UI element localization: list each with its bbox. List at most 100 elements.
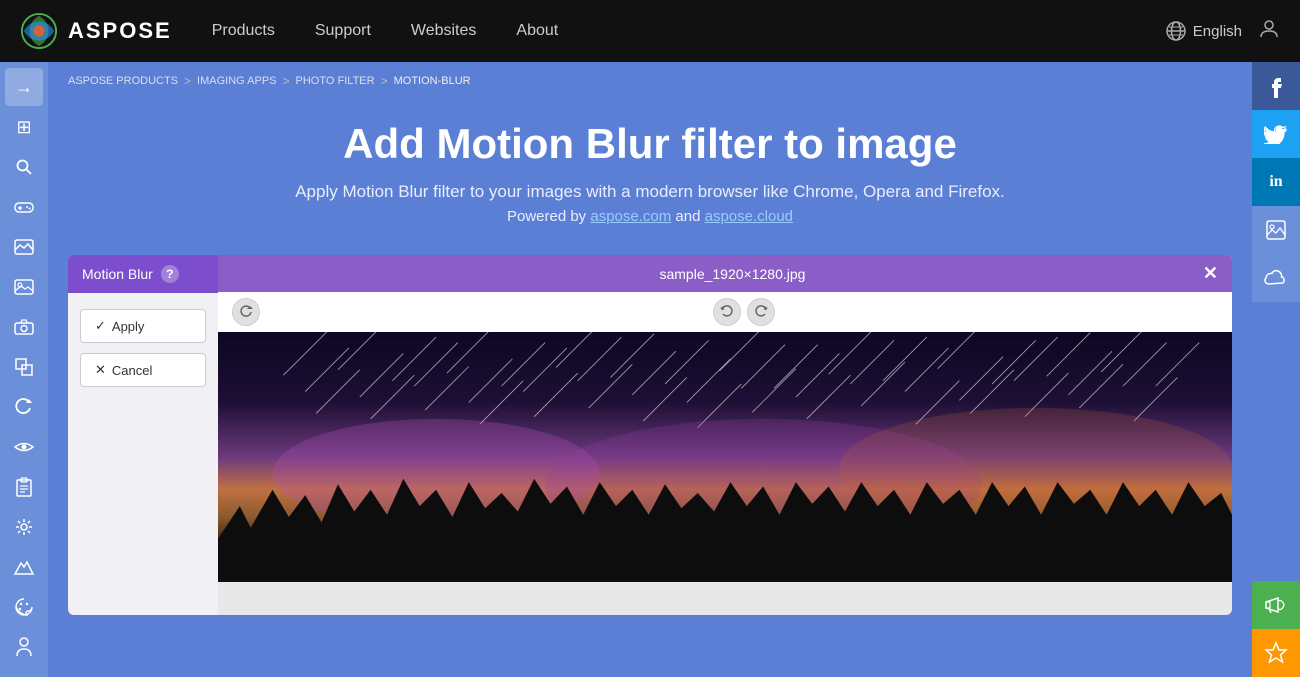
panel-actions: ✓ Apply ✕ Cancel <box>68 293 218 403</box>
sidebar-icon-person[interactable] <box>5 628 43 666</box>
sidebar-icon-settings[interactable] <box>5 508 43 546</box>
gamepad-icon <box>14 200 34 214</box>
linkedin-share-button[interactable]: in <box>1252 158 1300 206</box>
camera-icon <box>14 319 34 335</box>
tool-area: Motion Blur ? ✓ Apply ✕ Cancel samp <box>68 255 1232 615</box>
redo-button[interactable] <box>747 298 775 326</box>
filter-label: Motion Blur <box>82 266 153 282</box>
sidebar-icon-arrow[interactable]: → <box>5 68 43 106</box>
undo-button[interactable] <box>713 298 741 326</box>
person-icon <box>16 637 32 657</box>
megaphone-icon <box>1264 594 1288 616</box>
settings-icon <box>15 518 33 536</box>
top-navigation: ASPOSE Products Support Websites About E… <box>0 0 1300 62</box>
filter-help-icon[interactable]: ? <box>161 265 179 283</box>
aspose-com-link[interactable]: aspose.com <box>590 208 671 225</box>
breadcrumb-sep-3: > <box>381 74 388 88</box>
apply-checkmark: ✓ <box>95 318 106 334</box>
hero-subtitle: Apply Motion Blur filter to your images … <box>88 182 1212 202</box>
nav-links: Products Support Websites About <box>212 22 1165 40</box>
sidebar-icon-mountain[interactable] <box>5 548 43 586</box>
cancel-button[interactable]: ✕ Cancel <box>80 353 206 387</box>
share-image-icon <box>1264 218 1288 242</box>
sidebar-icon-clipboard[interactable] <box>5 468 43 506</box>
image-share-button[interactable] <box>1252 206 1300 254</box>
rotate-icon <box>15 398 33 416</box>
main-content: ASPOSE PRODUCTS > IMAGING APPS > PHOTO F… <box>48 62 1252 677</box>
language-label: English <box>1193 23 1242 40</box>
hero-powered: Powered by aspose.com and aspose.cloud <box>88 208 1212 225</box>
sidebar-icon-resize[interactable] <box>5 348 43 386</box>
image-viewer: sample_1920×1280.jpg ✕ <box>218 255 1232 615</box>
viewer-toolbar: sample_1920×1280.jpg ✕ <box>218 255 1232 292</box>
breadcrumb-imaging-apps[interactable]: IMAGING APPS <box>197 75 276 87</box>
breadcrumb-sep-1: > <box>184 74 191 88</box>
image-icon <box>14 279 34 295</box>
apply-button[interactable]: ✓ Apply <box>80 309 206 343</box>
user-account-icon[interactable] <box>1258 17 1280 45</box>
breadcrumb-photo-filter[interactable]: PHOTO FILTER <box>296 75 375 87</box>
favorites-button[interactable] <box>1252 629 1300 677</box>
facebook-icon <box>1269 74 1283 98</box>
facebook-share-button[interactable] <box>1252 62 1300 110</box>
right-sidebar: in <box>1252 62 1300 677</box>
star-icon <box>1264 641 1288 665</box>
announcements-button[interactable] <box>1252 581 1300 629</box>
sidebar-icon-image[interactable] <box>5 268 43 306</box>
aspose-logo-icon <box>20 12 58 50</box>
undo-redo-group <box>713 298 775 326</box>
globe-icon <box>1165 20 1187 42</box>
filter-panel: Motion Blur ? ✓ Apply ✕ Cancel <box>68 255 218 615</box>
sidebar-icon-search[interactable] <box>5 148 43 186</box>
user-icon <box>1258 17 1280 39</box>
left-sidebar: → ⊞ <box>0 62 48 677</box>
sidebar-icon-palette[interactable] <box>5 588 43 626</box>
landscape-icon <box>14 239 34 255</box>
breadcrumb-sep-2: > <box>283 74 290 88</box>
breadcrumb-current: MOTION-BLUR <box>394 75 471 87</box>
breadcrumb-aspose-products[interactable]: ASPOSE PRODUCTS <box>68 75 178 87</box>
resize-icon <box>15 358 33 376</box>
mountain-icon <box>14 559 34 575</box>
filter-tab-motion-blur[interactable]: Motion Blur ? <box>68 255 218 293</box>
twitter-icon <box>1264 124 1288 144</box>
nav-right: English <box>1165 17 1280 45</box>
image-filename: sample_1920×1280.jpg <box>262 266 1203 282</box>
undo-icon <box>720 305 734 319</box>
clipboard-icon <box>16 477 32 497</box>
viewer-controls-bar <box>218 292 1232 332</box>
search-icon <box>15 158 33 176</box>
nav-websites[interactable]: Websites <box>411 22 477 40</box>
sidebar-icon-camera[interactable] <box>5 308 43 346</box>
language-selector[interactable]: English <box>1165 20 1242 42</box>
close-viewer-button[interactable]: ✕ <box>1203 263 1218 284</box>
aspose-cloud-link[interactable]: aspose.cloud <box>705 208 793 225</box>
refresh-button[interactable] <box>232 298 260 326</box>
redo-icon <box>754 305 768 319</box>
eye-icon <box>14 440 34 454</box>
refresh-icon <box>239 305 253 319</box>
linkedin-text: in <box>1269 173 1282 191</box>
breadcrumb: ASPOSE PRODUCTS > IMAGING APPS > PHOTO F… <box>48 62 1252 100</box>
nav-products[interactable]: Products <box>212 22 275 40</box>
sidebar-icon-eye[interactable] <box>5 428 43 466</box>
sidebar-icon-landscape[interactable] <box>5 228 43 266</box>
apply-label: Apply <box>112 319 145 334</box>
sidebar-icon-rotate[interactable] <box>5 388 43 426</box>
nav-support[interactable]: Support <box>315 22 371 40</box>
logo[interactable]: ASPOSE <box>20 12 172 50</box>
sidebar-icon-gamepad[interactable] <box>5 188 43 226</box>
hero-section: Add Motion Blur filter to image Apply Mo… <box>48 100 1252 245</box>
image-display-area[interactable] <box>218 332 1232 582</box>
cloud-button[interactable] <box>1252 254 1300 302</box>
page-title: Add Motion Blur filter to image <box>88 120 1212 168</box>
cloud-icon <box>1263 268 1289 288</box>
sidebar-icon-grid[interactable]: ⊞ <box>5 108 43 146</box>
logo-text: ASPOSE <box>68 18 172 44</box>
palette-icon <box>15 598 33 616</box>
cancel-label: Cancel <box>112 363 152 378</box>
image-preview-svg <box>218 332 1232 582</box>
cancel-x: ✕ <box>95 362 106 378</box>
twitter-share-button[interactable] <box>1252 110 1300 158</box>
nav-about[interactable]: About <box>516 22 558 40</box>
